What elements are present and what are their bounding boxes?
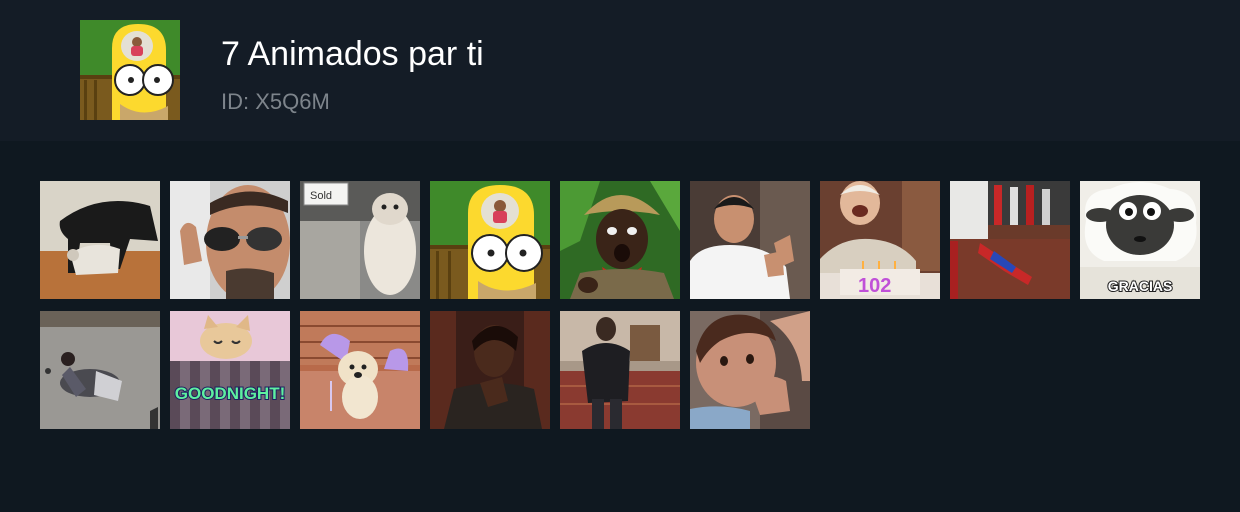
street-fall-image: [40, 311, 160, 429]
sticker-walking-man[interactable]: [560, 311, 680, 429]
sticker-dogs[interactable]: [40, 181, 160, 299]
goodnight-kitten-image: GOODNIGHT!: [170, 311, 290, 429]
sold-sign-dog-image: Sold: [300, 181, 420, 299]
sticker-gracias-sheep[interactable]: GRACIAS: [1080, 181, 1200, 299]
sticker-sold-dog[interactable]: Sold: [300, 181, 420, 299]
sticker-baby[interactable]: [690, 311, 810, 429]
pack-id: ID: X5Q6M: [221, 89, 330, 114]
dogs-image: [40, 181, 160, 299]
sticker-sunglasses-man[interactable]: [170, 181, 290, 299]
cake-candles-text: 102: [858, 275, 891, 297]
sticker-thinking-man[interactable]: [430, 311, 550, 429]
walking-man-image: [560, 311, 680, 429]
birthday-grandma-image: 102: [820, 181, 940, 299]
sticker-shocked-man[interactable]: [560, 181, 680, 299]
sunglasses-man-image: [170, 181, 290, 299]
spiderman-floor-image: [950, 181, 1070, 299]
homer-simpson-image: [430, 181, 550, 299]
sticker-homer[interactable]: [430, 181, 550, 299]
gracias-text: GRACIAS: [1108, 278, 1173, 294]
baby-image: [690, 311, 810, 429]
sheep-gracias-image: GRACIAS: [1080, 181, 1200, 299]
clapping-man-image: [690, 181, 810, 299]
sticker-birthday-grandma[interactable]: 102: [820, 181, 940, 299]
pack-title: 7 Animados par ti: [221, 35, 484, 73]
sticker-fairy-puppy[interactable]: [300, 311, 420, 429]
sticker-street-fall[interactable]: [40, 311, 160, 429]
pack-header: 7 Animados par ti ID: X5Q6M: [0, 0, 1240, 141]
sticker-spiderman[interactable]: [950, 181, 1070, 299]
fairy-puppy-image: [300, 311, 420, 429]
sticker-goodnight-kitten[interactable]: GOODNIGHT!: [170, 311, 290, 429]
shocked-man-hat-image: [560, 181, 680, 299]
goodnight-text: GOODNIGHT!: [175, 384, 286, 403]
thinking-man-image: [430, 311, 550, 429]
pack-icon: [80, 20, 180, 120]
sold-sign-text: Sold: [310, 190, 332, 202]
sticker-clapping-man[interactable]: [690, 181, 810, 299]
